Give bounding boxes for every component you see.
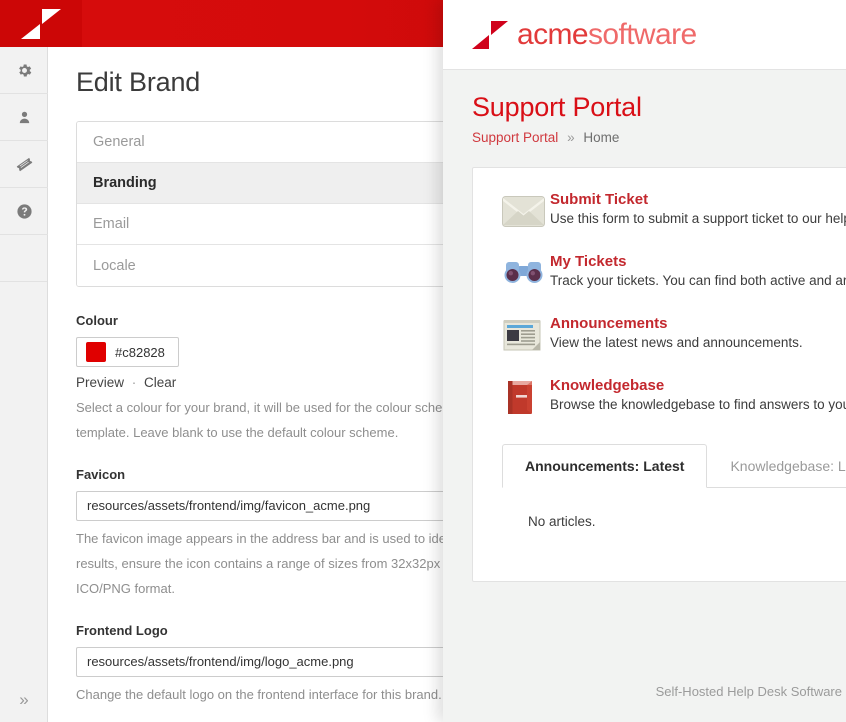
admin-logo[interactable] — [0, 0, 82, 47]
portal-title: Support Portal — [472, 92, 642, 122]
screen-root: » Edit Brand General Branding Email Loca… — [0, 0, 846, 722]
chevron-double-right-icon: » — [19, 689, 29, 709]
footer-text[interactable]: Self-Hosted Help Desk Software — [443, 684, 846, 699]
portal-menu-item-announcements[interactable]: Announcements View the latest news and a… — [473, 314, 846, 376]
portal-menu-desc: Track your tickets. You can find both ac… — [550, 273, 846, 288]
gear-icon — [16, 62, 33, 79]
book-icon — [502, 376, 550, 418]
portal-menu-title[interactable]: Knowledgebase — [550, 377, 846, 394]
help-icon — [16, 203, 33, 220]
portal-body: Support Portal Support Portal » Home Sub… — [443, 70, 846, 582]
portal-main-card: Submit Ticket Use this form to submit a … — [472, 167, 846, 582]
pinwheel-logo-icon — [21, 9, 61, 39]
colour-action-separator: · — [131, 375, 137, 390]
sidebar-item-users[interactable] — [0, 94, 48, 141]
acme-pinwheel-logo-icon — [472, 20, 508, 49]
ticket-icon — [15, 155, 34, 174]
empty-state-text: No articles. — [528, 514, 596, 529]
portal-menu-item-knowledgebase[interactable]: Knowledgebase Browse the knowledgebase t… — [473, 376, 846, 438]
portal-menu-desc: Browse the knowledgebase to find answers… — [550, 397, 846, 412]
brand-wordmark: acmesoftware — [517, 18, 697, 52]
portal-footer: Self-Hosted Help Desk Software — [443, 684, 846, 699]
colour-preview-link[interactable]: Preview — [76, 375, 124, 390]
sidebar-expand-button[interactable]: » — [0, 677, 48, 722]
admin-sidebar: » — [0, 47, 48, 722]
brand-name-secondary: software — [587, 17, 697, 51]
portal-menu-title[interactable]: My Tickets — [550, 253, 846, 270]
colour-value: #c82828 — [115, 344, 165, 360]
breadcrumb: Support Portal » Home — [472, 130, 846, 145]
breadcrumb-current: Home — [583, 130, 620, 145]
portal-menu-item-submit-ticket[interactable]: Submit Ticket Use this form to submit a … — [473, 190, 846, 252]
binoculars-icon — [502, 252, 550, 294]
portal-tab-announcements-latest[interactable]: Announcements: Latest — [502, 444, 708, 488]
portal-header: acmesoftware — [443, 0, 846, 70]
sidebar-spacer — [0, 235, 47, 282]
envelope-icon — [502, 190, 550, 232]
portal-tabs-strip: Announcements: Latest Knowledgebase: Lat… — [502, 444, 846, 488]
portal-menu-title[interactable]: Announcements — [550, 315, 803, 332]
breadcrumb-separator: » — [567, 130, 575, 145]
newspaper-icon — [502, 314, 550, 356]
portal-tabs-container: Announcements: Latest Knowledgebase: Lat… — [502, 444, 846, 555]
portal-tab-knowledgebase-latest[interactable]: Knowledgebase: Latest — [707, 444, 846, 488]
menu-text: My Tickets Track your tickets. You can f… — [550, 252, 846, 288]
colour-swatch[interactable] — [86, 342, 106, 362]
support-portal-preview: acmesoftware Support Portal Support Port… — [443, 0, 846, 722]
colour-clear-link[interactable]: Clear — [144, 375, 176, 390]
portal-tab-panel: No articles. — [502, 487, 846, 555]
portal-menu-title[interactable]: Submit Ticket — [550, 191, 846, 208]
colour-input[interactable]: #c82828 — [76, 337, 179, 367]
portal-menu-desc: View the latest news and announcements. — [550, 335, 803, 350]
menu-text: Announcements View the latest news and a… — [550, 314, 803, 350]
sidebar-item-tickets[interactable] — [0, 141, 48, 188]
portal-menu-desc: Use this form to submit a support ticket… — [550, 211, 846, 226]
portal-menu-item-my-tickets[interactable]: My Tickets Track your tickets. You can f… — [473, 252, 846, 314]
user-icon — [17, 109, 32, 126]
menu-text: Knowledgebase Browse the knowledgebase t… — [550, 376, 846, 412]
sidebar-item-help[interactable] — [0, 188, 48, 235]
menu-text: Submit Ticket Use this form to submit a … — [550, 190, 846, 226]
sidebar-item-settings[interactable] — [0, 47, 48, 94]
breadcrumb-root-link[interactable]: Support Portal — [472, 130, 558, 145]
brand-name-primary: acme — [517, 17, 589, 51]
